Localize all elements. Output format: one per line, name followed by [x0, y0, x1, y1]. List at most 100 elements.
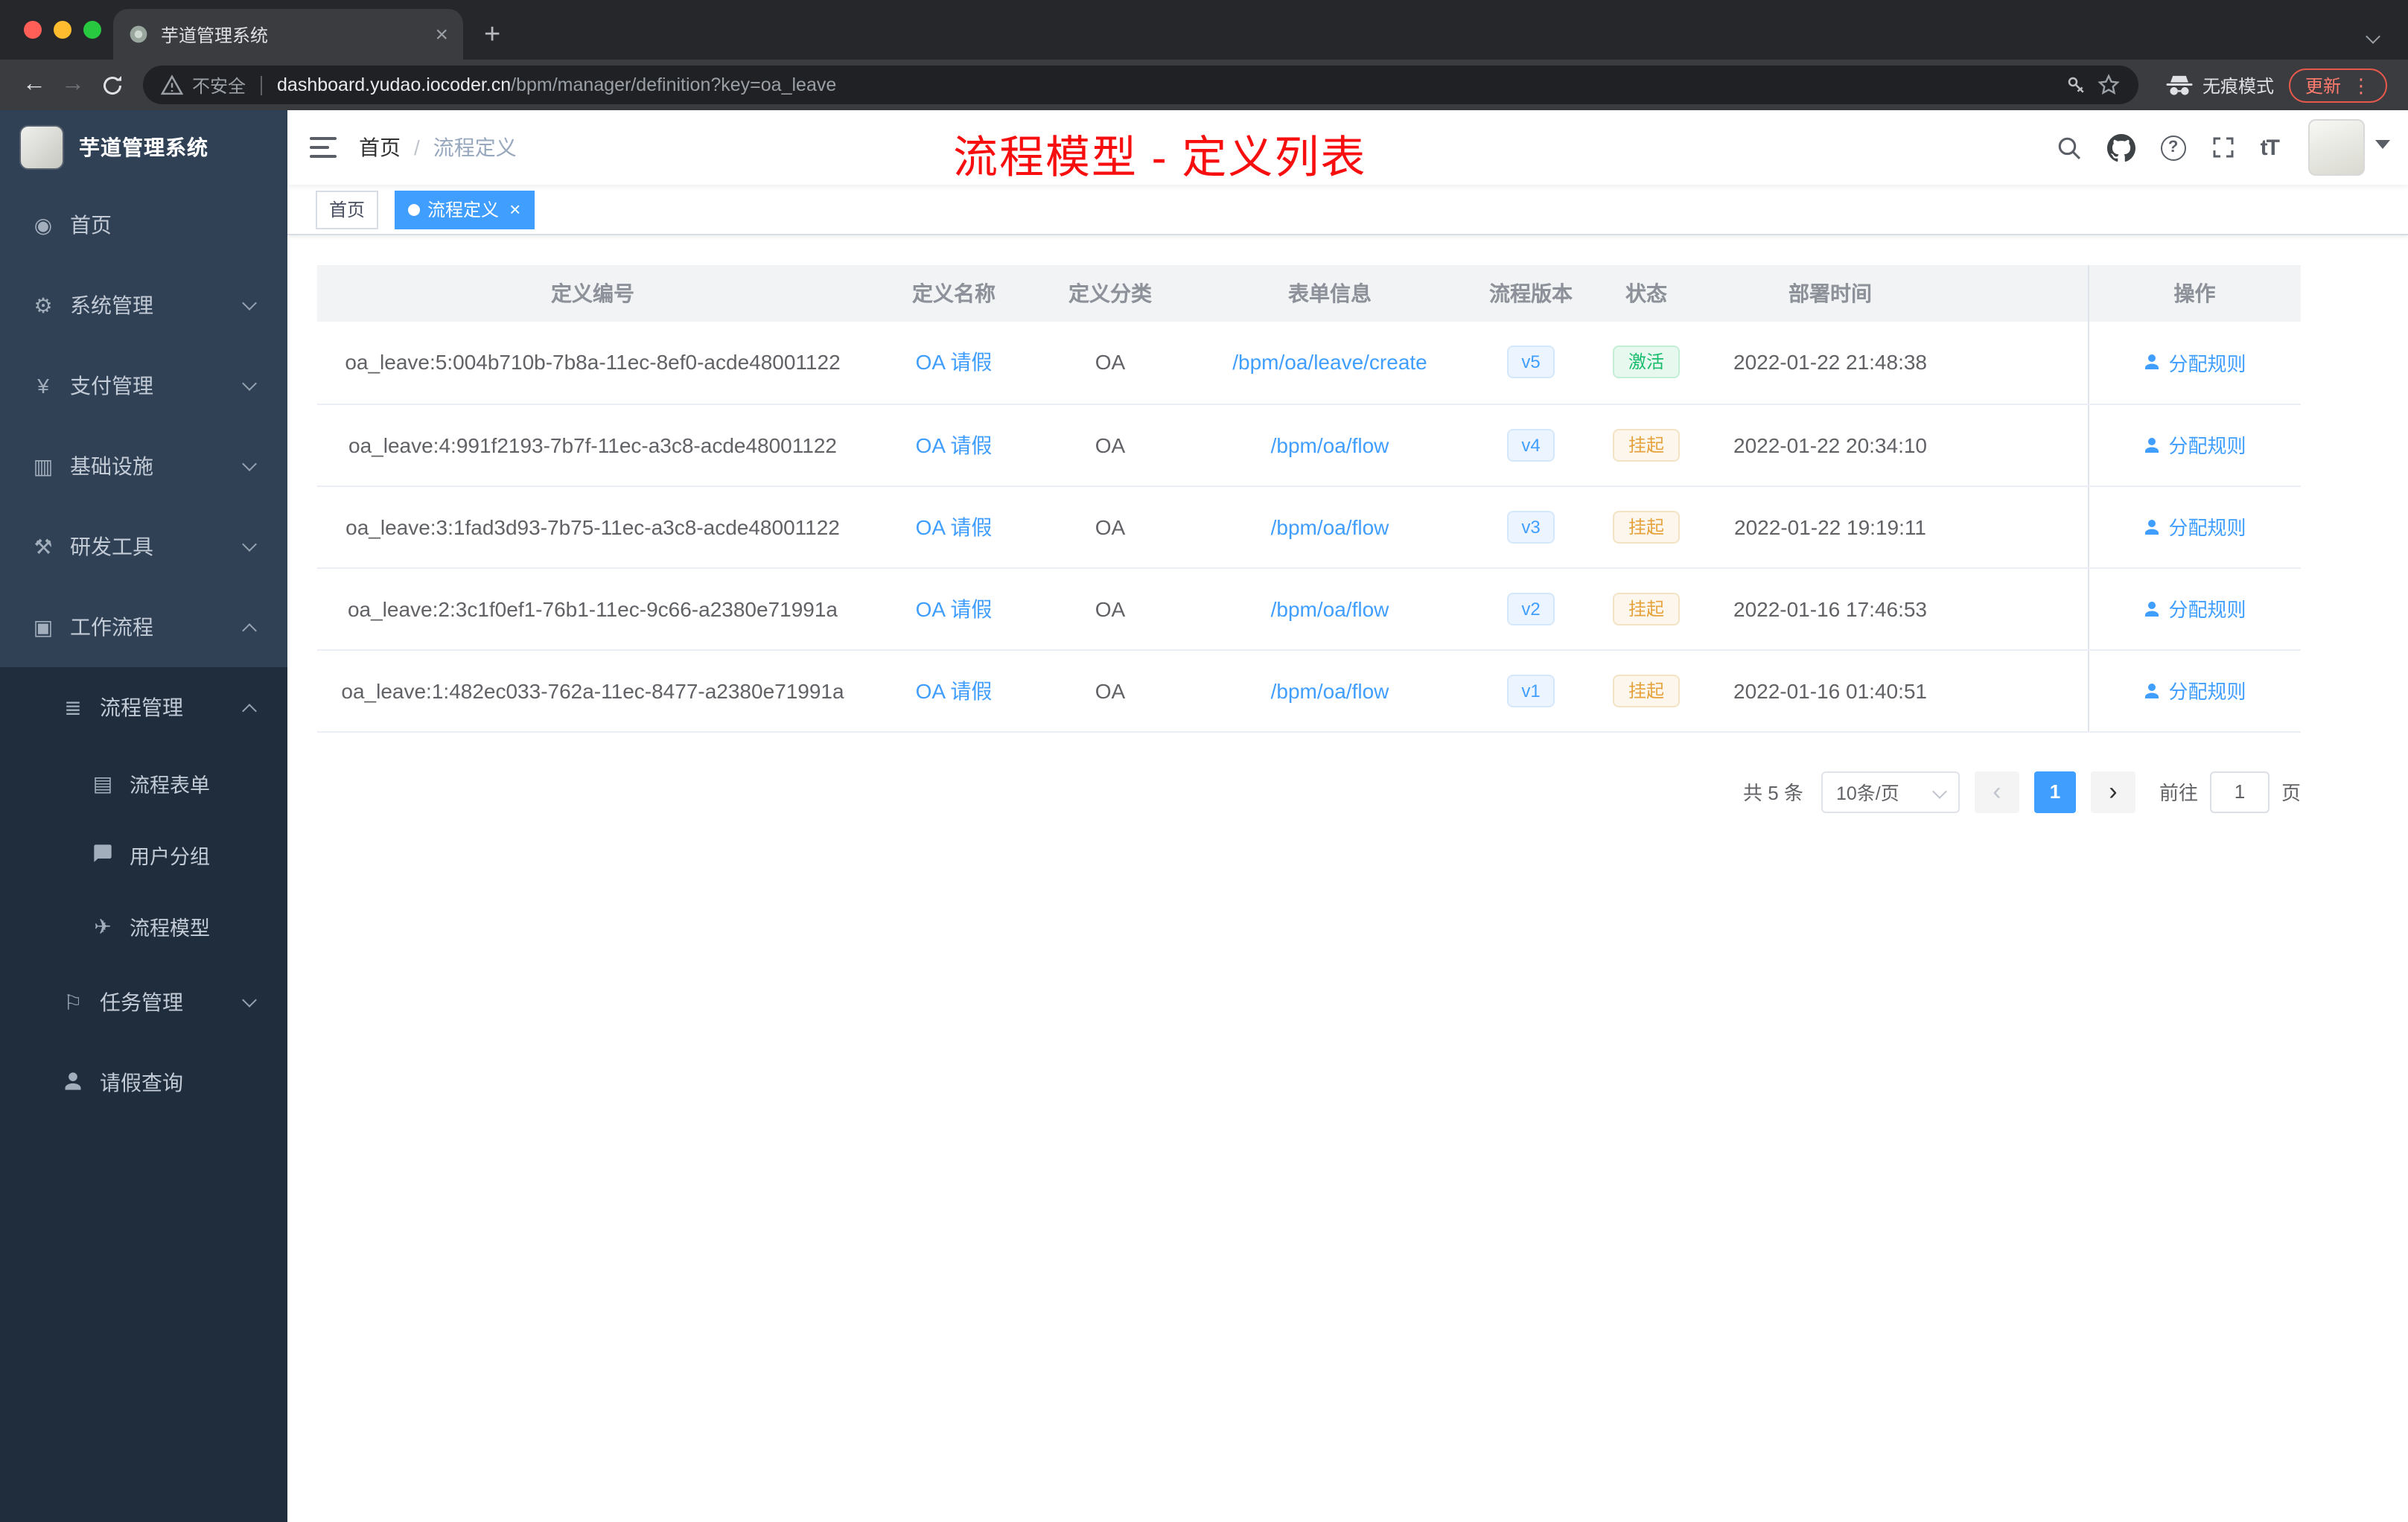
sidebar-item-system[interactable]: ⚙ 系统管理	[0, 265, 287, 346]
table-row: oa_leave:3:1fad3d93-7b75-11ec-a3c8-acde4…	[317, 485, 2301, 568]
sidebar-top: 芋道管理系统 ◉ 首页 ⚙ 系统管理 ¥ 支付管理 ▥ 基础设施 ⚒ 研发工具 …	[0, 110, 287, 667]
tag-label: 流程定义	[427, 200, 500, 220]
definition-name-link[interactable]: OA 请假	[916, 678, 993, 702]
form-link[interactable]: /bpm/oa/flow	[1271, 678, 1389, 702]
minimize-window-button[interactable]	[54, 21, 71, 39]
current-page-button[interactable]: 1	[2033, 771, 2076, 812]
version-badge: v3	[1506, 510, 1555, 543]
prev-page-button[interactable]: ‹	[1974, 771, 2019, 812]
chevron-up-icon	[242, 704, 257, 719]
url-path: /bpm/manager/definition?key=oa_leave	[511, 74, 837, 95]
version-badge: v4	[1506, 428, 1555, 461]
page-size-select[interactable]: 10条/页	[1821, 771, 1960, 812]
tags-view: 首页 流程定义 ×	[287, 185, 2408, 235]
status-badge: 挂起	[1613, 592, 1679, 625]
person-icon	[60, 1071, 86, 1095]
tab-title: 芋道管理系统	[161, 25, 269, 45]
breadcrumb-home[interactable]: 首页	[359, 133, 401, 162]
chrome-update-button[interactable]: 更新 ⋮	[2288, 68, 2387, 102]
definition-name-link[interactable]: OA 请假	[916, 433, 993, 456]
tag-label: 首页	[329, 200, 366, 220]
form-link[interactable]: /bpm/oa/flow	[1271, 515, 1389, 538]
chevron-up-icon	[242, 623, 257, 638]
sidebar-item-workflow[interactable]: ▣ 工作流程	[0, 587, 287, 667]
cell-category: OA	[1039, 322, 1181, 404]
github-icon[interactable]	[2106, 133, 2135, 162]
cell-definition-id: oa_leave:4:991f2193-7b7f-11ec-a3c8-acde4…	[317, 404, 868, 486]
goto-label: 前往	[2159, 782, 2198, 804]
tab-search-chevron-icon[interactable]	[2366, 22, 2380, 49]
tag-process-definition[interactable]: 流程定义 ×	[395, 190, 535, 229]
refresh-button[interactable]	[92, 74, 131, 96]
app-frame: 芋道管理系统 ◉ 首页 ⚙ 系统管理 ¥ 支付管理 ▥ 基础设施 ⚒ 研发工具 …	[0, 110, 2408, 1522]
new-tab-button[interactable]: +	[484, 21, 500, 49]
browser-tab[interactable]: 芋道管理系统 ×	[113, 9, 463, 60]
assign-rule-link[interactable]: 分配规则	[2143, 594, 2246, 623]
definition-name-link[interactable]: OA 请假	[916, 596, 993, 620]
sidebar-item-process-model[interactable]: ✈ 流程模型	[0, 891, 287, 962]
definition-name-link[interactable]: OA 请假	[916, 515, 993, 538]
cell-category: OA	[1039, 649, 1181, 732]
omnibox-divider	[261, 75, 263, 95]
font-size-icon[interactable]: tT	[2261, 135, 2280, 160]
breadcrumb-separator: /	[414, 136, 420, 159]
close-window-button[interactable]	[24, 21, 42, 39]
sidebar-item-process-form[interactable]: ▤ 流程表单	[0, 748, 287, 819]
tag-close-icon[interactable]: ×	[509, 200, 520, 219]
cell-deploy-time: 2022-01-16 17:46:53	[1710, 567, 1951, 650]
version-badge: v1	[1506, 674, 1555, 707]
sidebar-collapse-button[interactable]	[287, 136, 359, 159]
cell-filler	[1951, 649, 2088, 732]
url-domain: dashboard.yudao.iocoder.cn	[277, 74, 512, 95]
version-badge: v5	[1506, 346, 1555, 379]
sidebar-item-process-management[interactable]: ≣ 流程管理	[0, 667, 287, 748]
chevron-down-icon	[242, 296, 257, 311]
search-icon[interactable]	[2057, 135, 2082, 160]
sidebar-submenu: ≣ 流程管理 ▤ 流程表单 用户分组 ✈ 流程模型 ⚐ 任务管理 请假查询	[0, 667, 287, 1123]
user-group-icon	[89, 843, 116, 867]
sidebar-item-home[interactable]: ◉ 首页	[0, 185, 287, 265]
address-bar[interactable]: 不安全 dashboard.yudao.iocoder.cn/bpm/manag…	[143, 66, 2138, 104]
incognito-badge: 无痕模式	[2165, 72, 2274, 98]
tag-home[interactable]: 首页	[316, 190, 379, 229]
sidebar-item-infrastructure[interactable]: ▥ 基础设施	[0, 426, 287, 506]
sidebar-item-task-management[interactable]: ⚐ 任务管理	[0, 962, 287, 1042]
assign-rule-link[interactable]: 分配规则	[2143, 676, 2246, 704]
assign-rule-link[interactable]: 分配规则	[2143, 348, 2246, 377]
caret-down-icon	[2375, 139, 2390, 148]
user-menu[interactable]	[2308, 119, 2390, 176]
table-row: oa_leave:5:004b710b-7b8a-11ec-8ef0-acde4…	[317, 322, 2301, 404]
fullscreen-icon[interactable]	[2211, 136, 2235, 159]
security-label: 不安全	[192, 75, 246, 96]
table-row: oa_leave:4:991f2193-7b7f-11ec-a3c8-acde4…	[317, 404, 2301, 486]
sidebar-item-user-group[interactable]: 用户分组	[0, 819, 287, 891]
col-definition-category: 定义分类	[1039, 265, 1181, 322]
sidebar-item-payment[interactable]: ¥ 支付管理	[0, 346, 287, 426]
zoom-window-button[interactable]	[83, 21, 101, 39]
chevron-down-icon	[1932, 784, 1947, 799]
key-icon[interactable]	[2065, 74, 2088, 96]
app-logo[interactable]: 芋道管理系统	[0, 110, 287, 185]
back-button[interactable]: ←	[15, 72, 54, 97]
browser-menu-icon[interactable]: ⋮	[2351, 75, 2371, 95]
assign-rule-link[interactable]: 分配规则	[2143, 430, 2246, 459]
update-label: 更新	[2305, 75, 2341, 96]
assign-rule-link[interactable]: 分配规则	[2143, 512, 2246, 541]
tab-close-icon[interactable]: ×	[435, 23, 448, 45]
bookmark-star-icon[interactable]	[2097, 73, 2121, 97]
col-process-version: 流程版本	[1479, 265, 1583, 322]
form-link[interactable]: /bpm/oa/leave/create	[1232, 351, 1427, 375]
form-link[interactable]: /bpm/oa/flow	[1271, 433, 1389, 456]
col-definition-id: 定义编号	[317, 265, 868, 322]
forward-button[interactable]: →	[54, 72, 92, 97]
cell-definition-id: oa_leave:3:1fad3d93-7b75-11ec-a3c8-acde4…	[317, 485, 868, 568]
next-page-button[interactable]: ›	[2090, 771, 2135, 812]
goto-page-input[interactable]	[2209, 771, 2270, 812]
sidebar-item-devtools[interactable]: ⚒ 研发工具	[0, 506, 287, 587]
table-header-row: 定义编号 定义名称 定义分类 表单信息 流程版本 状态 部署时间 操作	[317, 265, 2301, 322]
definition-name-link[interactable]: OA 请假	[916, 351, 993, 375]
help-icon[interactable]: ?	[2160, 135, 2186, 160]
avatar[interactable]	[2308, 119, 2365, 176]
form-link[interactable]: /bpm/oa/flow	[1271, 596, 1389, 620]
sidebar-item-leave-query[interactable]: 请假查询	[0, 1042, 287, 1123]
